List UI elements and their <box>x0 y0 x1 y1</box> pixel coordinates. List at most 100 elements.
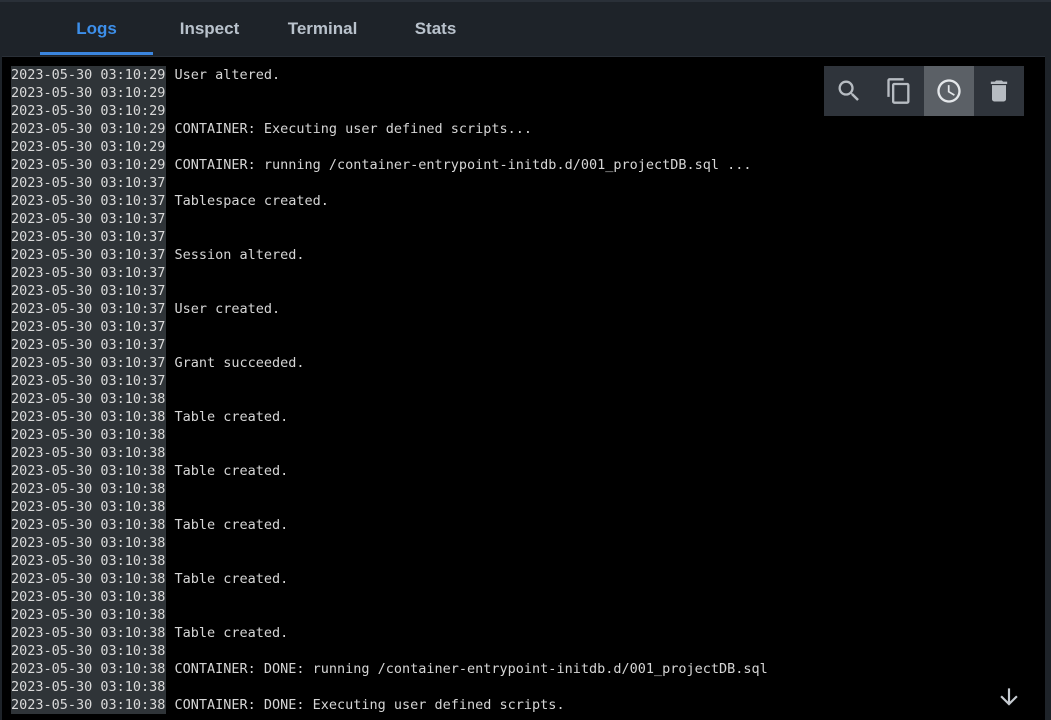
log-line: 2023-05-30 03:10:37 <box>11 228 768 246</box>
log-timestamp: 2023-05-30 03:10:38 <box>11 552 167 570</box>
log-output-panel[interactable]: 2023-05-30 03:10:29 User altered. 2023-05-… <box>2 56 1045 720</box>
log-timestamp: 2023-05-30 03:10:29 <box>11 84 167 102</box>
log-line: 2023-05-30 03:10:38 <box>11 642 768 660</box>
log-message <box>166 588 174 606</box>
log-timestamp: 2023-05-30 03:10:38 <box>11 570 167 588</box>
tab-logs[interactable]: Logs <box>40 0 153 56</box>
log-message: CONTAINER: running /container-entrypoint… <box>174 157 752 173</box>
log-message: User altered. <box>174 67 281 83</box>
log-line: 2023-05-30 03:10:37 <box>11 282 768 300</box>
log-timestamp: 2023-05-30 03:10:37 <box>11 210 167 228</box>
log-line: 2023-05-30 03:10:38 <box>11 678 768 696</box>
log-timestamp: 2023-05-30 03:10:37 <box>11 318 167 336</box>
log-line: 2023-05-30 03:10:37 <box>11 372 768 390</box>
log-message <box>166 498 174 516</box>
log-line: 2023-05-30 03:10:37 <box>11 264 768 282</box>
log-line: 2023-05-30 03:10:37 Grant succeeded. <box>11 354 768 372</box>
log-message: CONTAINER: Executing user defined script… <box>174 121 533 137</box>
log-timestamp: 2023-05-30 03:10:37 <box>11 354 167 372</box>
log-message: CONTAINER: DONE: Executing user defined … <box>174 697 565 713</box>
log-timestamp: 2023-05-30 03:10:37 <box>11 372 167 390</box>
log-timestamp: 2023-05-30 03:10:37 <box>11 228 167 246</box>
log-line: 2023-05-30 03:10:38 Table created. <box>11 624 768 642</box>
log-message <box>166 336 174 354</box>
log-message <box>166 174 174 192</box>
log-message <box>166 606 174 624</box>
container-logs-view: Logs Inspect Terminal Stats 2023-05-30 0… <box>0 0 1051 720</box>
scroll-to-bottom-button[interactable] <box>994 682 1024 712</box>
log-message <box>166 678 174 696</box>
log-message: User created. <box>174 301 281 317</box>
log-line: 2023-05-30 03:10:38 Table created. <box>11 516 768 534</box>
log-line: 2023-05-30 03:10:38 Table created. <box>11 408 768 426</box>
log-timestamp: 2023-05-30 03:10:37 <box>11 282 167 300</box>
copy-icon <box>887 78 910 104</box>
log-timestamp: 2023-05-30 03:10:38 <box>11 516 167 534</box>
log-line: 2023-05-30 03:10:38 <box>11 426 768 444</box>
clear-logs-button[interactable] <box>974 66 1024 116</box>
log-timestamp: 2023-05-30 03:10:29 <box>11 120 167 138</box>
log-line: 2023-05-30 03:10:38 <box>11 444 768 462</box>
log-message <box>166 228 174 246</box>
log-timestamp: 2023-05-30 03:10:38 <box>11 444 167 462</box>
log-message <box>166 480 174 498</box>
log-timestamp: 2023-05-30 03:10:38 <box>11 498 167 516</box>
log-timestamp: 2023-05-30 03:10:37 <box>11 336 167 354</box>
log-line: 2023-05-30 03:10:29 <box>11 138 768 156</box>
log-line: 2023-05-30 03:10:29 <box>11 102 768 120</box>
tab-stats[interactable]: Stats <box>379 0 492 56</box>
log-timestamp: 2023-05-30 03:10:29 <box>11 66 167 84</box>
log-timestamp: 2023-05-30 03:10:38 <box>11 462 167 480</box>
toggle-timestamps-button[interactable] <box>924 66 974 116</box>
log-timestamp: 2023-05-30 03:10:38 <box>11 624 167 642</box>
tab-terminal[interactable]: Terminal <box>266 0 379 56</box>
log-line: 2023-05-30 03:10:38 <box>11 498 768 516</box>
log-timestamp: 2023-05-30 03:10:38 <box>11 390 167 408</box>
log-timestamp: 2023-05-30 03:10:38 <box>11 480 167 498</box>
log-line: 2023-05-30 03:10:29 CONTAINER: running /c… <box>11 156 768 174</box>
tab-inspect[interactable]: Inspect <box>153 0 266 56</box>
log-line: 2023-05-30 03:10:38 <box>11 534 768 552</box>
log-line: 2023-05-30 03:10:38 CONTAINER: DONE: Exec… <box>11 696 768 714</box>
log-line: 2023-05-30 03:10:37 <box>11 174 768 192</box>
log-line: 2023-05-30 03:10:38 <box>11 588 768 606</box>
log-message: Table created. <box>174 517 289 533</box>
log-message <box>166 390 174 408</box>
log-message: Table created. <box>174 571 289 587</box>
log-timestamp: 2023-05-30 03:10:38 <box>11 426 167 444</box>
log-message: Table created. <box>174 625 289 641</box>
log-line: 2023-05-30 03:10:38 <box>11 552 768 570</box>
log-line: 2023-05-30 03:10:37 Session altered. <box>11 246 768 264</box>
log-line: 2023-05-30 03:10:37 Tablespace created. <box>11 192 768 210</box>
arrow-down-icon <box>1000 688 1018 706</box>
log-line: 2023-05-30 03:10:29 <box>11 84 768 102</box>
log-lines: 2023-05-30 03:10:29 User altered. 2023-05-… <box>11 66 768 714</box>
log-timestamp: 2023-05-30 03:10:38 <box>11 588 167 606</box>
log-timestamp: 2023-05-30 03:10:29 <box>11 138 167 156</box>
log-message <box>166 84 174 102</box>
log-timestamp: 2023-05-30 03:10:38 <box>11 534 167 552</box>
log-timestamp: 2023-05-30 03:10:37 <box>11 174 167 192</box>
log-line: 2023-05-30 03:10:29 User altered. <box>11 66 768 84</box>
log-message: Table created. <box>174 409 289 425</box>
log-timestamp: 2023-05-30 03:10:38 <box>11 606 167 624</box>
log-message <box>166 138 174 156</box>
log-message <box>166 372 174 390</box>
copy-button[interactable] <box>874 66 924 116</box>
log-message <box>166 552 174 570</box>
log-message <box>166 534 174 552</box>
log-line: 2023-05-30 03:10:37 <box>11 210 768 228</box>
log-message <box>166 318 174 336</box>
log-line: 2023-05-30 03:10:38 Table created. <box>11 462 768 480</box>
log-message: Grant succeeded. <box>174 355 305 371</box>
log-timestamp: 2023-05-30 03:10:38 <box>11 642 167 660</box>
log-line: 2023-05-30 03:10:38 <box>11 606 768 624</box>
search-button[interactable] <box>824 66 874 116</box>
log-line: 2023-05-30 03:10:37 User created. <box>11 300 768 318</box>
log-timestamp: 2023-05-30 03:10:38 <box>11 660 167 678</box>
log-line: 2023-05-30 03:10:38 CONTAINER: DONE: runn… <box>11 660 768 678</box>
log-line: 2023-05-30 03:10:38 <box>11 390 768 408</box>
tab-bar: Logs Inspect Terminal Stats <box>40 0 492 56</box>
log-timestamp: 2023-05-30 03:10:38 <box>11 678 167 696</box>
log-message <box>166 444 174 462</box>
